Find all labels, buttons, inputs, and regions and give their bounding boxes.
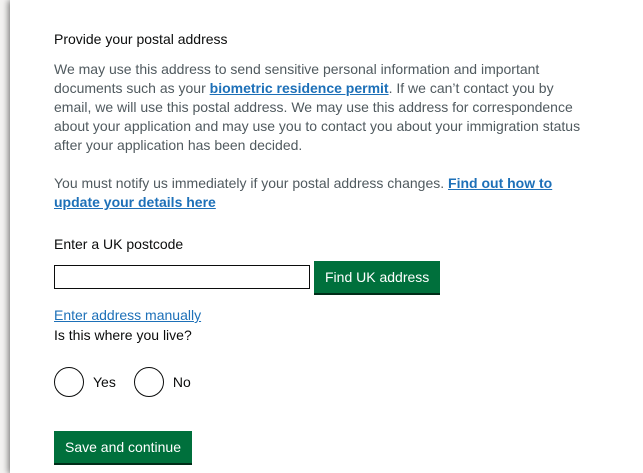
biometric-residence-permit-link[interactable]: biometric residence permit <box>210 80 389 96</box>
find-uk-address-button[interactable]: Find UK address <box>314 261 441 293</box>
live-question-radios: Yes No <box>54 367 594 397</box>
form-panel: Provide your postal address We may use t… <box>10 0 643 473</box>
live-question-label: Is this where you live? <box>54 327 192 343</box>
save-row: Save and continue <box>54 431 594 463</box>
radio-no-label: No <box>172 374 191 390</box>
notify-paragraph: You must notify us immediately if your p… <box>54 174 594 212</box>
postcode-label: Enter a UK postcode <box>54 236 184 252</box>
intro-paragraph: We may use this address to send sensitiv… <box>54 60 594 155</box>
page-heading: Provide your postal address <box>54 31 228 47</box>
notify-text: You must notify us immediately if your p… <box>54 175 449 191</box>
radio-no-circle[interactable] <box>133 367 164 397</box>
radio-yes[interactable]: Yes <box>54 367 116 397</box>
postcode-row: Find UK address <box>54 261 594 293</box>
enter-address-manually-link[interactable]: Enter address manually <box>54 306 201 324</box>
address-form: Provide your postal address We may use t… <box>54 30 594 463</box>
postcode-input[interactable] <box>54 265 310 289</box>
radio-no[interactable]: No <box>133 367 191 397</box>
radio-yes-label: Yes <box>93 374 116 390</box>
save-and-continue-button[interactable]: Save and continue <box>54 431 192 463</box>
radio-yes-circle[interactable] <box>54 367 84 397</box>
